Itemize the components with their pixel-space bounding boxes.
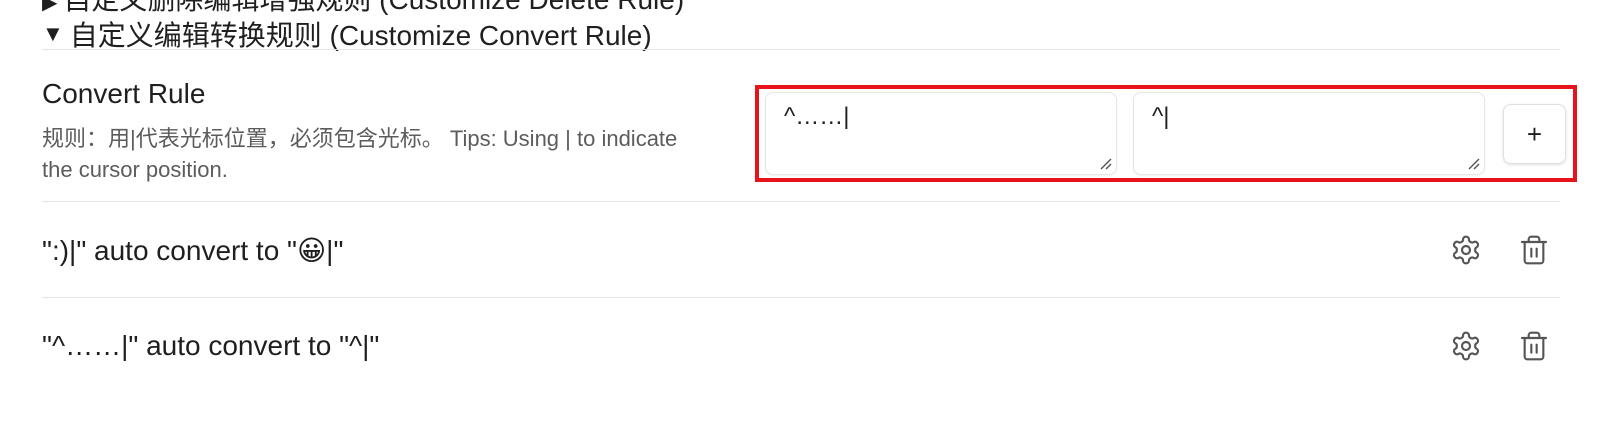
convert-from-value: ^……| (784, 103, 850, 130)
settings-page: ▶ 自定义删除编辑增强规则 (Customize Delete Rule) ▼自定… (0, 0, 1618, 438)
rule-row: "^……|" auto convert to "^|" (42, 326, 1560, 366)
convert-rule-controls-highlight: ^……| ^| + (755, 85, 1577, 182)
trash-icon[interactable] (1516, 328, 1552, 364)
gear-icon[interactable] (1448, 232, 1484, 268)
rule-text: ":)|" auto convert to "😀|" (42, 234, 344, 266)
convert-to-textarea[interactable]: ^| (1133, 92, 1485, 175)
collapsed-triangle-icon: ▶ (42, 0, 58, 14)
row-divider (42, 201, 1560, 202)
gear-icon[interactable] (1448, 328, 1484, 364)
trash-icon[interactable] (1516, 232, 1552, 268)
rule-text: "^……|" auto convert to "^|" (42, 330, 380, 361)
setting-name: Convert Rule (42, 78, 206, 109)
convert-rule-section-heading[interactable]: ▼ 自定义编辑转换规则 (Customize Convert Rule) (42, 14, 652, 54)
expanded-triangle-icon: ▼ (42, 21, 64, 46)
previous-section-title: 自定义删除编辑增强规则 (Customize Delete Rule) (63, 0, 684, 15)
setting-description: 规则：用|代表光标位置，必须包含光标。 Tips: Using | to ind… (42, 126, 678, 182)
resize-handle-icon[interactable] (1466, 156, 1480, 170)
convert-to-value: ^| (1152, 103, 1170, 130)
row-divider (42, 297, 1560, 298)
rule-actions (1448, 230, 1552, 270)
section-title: 自定义编辑转换规则 (Customize Convert Rule) (69, 20, 652, 51)
section-divider (42, 49, 1560, 50)
rule-row: ":)|" auto convert to "😀|" (42, 230, 1560, 270)
rule-actions (1448, 326, 1552, 366)
convert-from-textarea[interactable]: ^……| (765, 92, 1117, 175)
add-rule-button[interactable]: + (1503, 103, 1566, 164)
resize-handle-icon[interactable] (1098, 156, 1112, 170)
